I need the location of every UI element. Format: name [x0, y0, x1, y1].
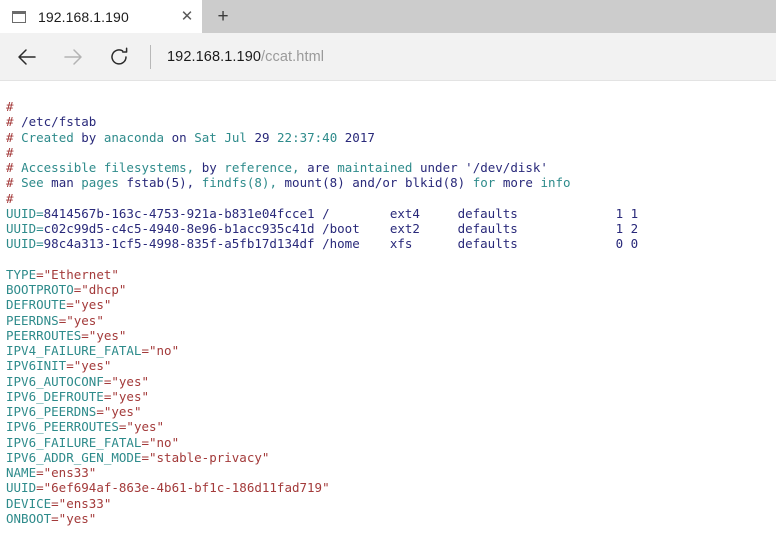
- forward-arrow-icon: [64, 48, 82, 65]
- browser-tab-active[interactable]: 192.168.1.190 ✕: [0, 0, 202, 33]
- toolbar-divider: [150, 44, 151, 69]
- address-bar[interactable]: 192.168.1.190/ccat.html: [161, 34, 776, 80]
- close-icon[interactable]: ✕: [172, 1, 202, 33]
- back-button[interactable]: [4, 34, 50, 80]
- reload-icon: [111, 46, 128, 65]
- reload-button[interactable]: [96, 34, 142, 80]
- forward-button[interactable]: [50, 34, 96, 80]
- tab-strip: 192.168.1.190 ✕ +: [0, 0, 776, 33]
- back-arrow-icon: [18, 48, 36, 65]
- ccat-output: # # /etc/fstab # Created by anaconda on …: [0, 81, 776, 526]
- tab-title: 192.168.1.190: [38, 8, 129, 25]
- page-icon: [12, 9, 28, 25]
- ifcfg-block: TYPE="Ethernet" BOOTPROTO="dhcp" DEFROUT…: [6, 266, 330, 526]
- browser-window: 192.168.1.190 ✕ + 192.168.1.190/ccat.htm…: [0, 0, 776, 542]
- fstab-entry-block: UUID=8414567b-163c-4753-921a-b831e04fcce…: [6, 205, 639, 252]
- fstab-comment-block: # # /etc/fstab # Created by anaconda on …: [6, 99, 571, 206]
- new-tab-button[interactable]: +: [202, 0, 244, 33]
- address-host: 192.168.1.190: [167, 48, 262, 65]
- page-viewport: # # /etc/fstab # Created by anaconda on …: [0, 81, 776, 542]
- browser-toolbar: 192.168.1.190/ccat.html: [0, 33, 776, 80]
- address-path: /ccat.html: [261, 48, 325, 65]
